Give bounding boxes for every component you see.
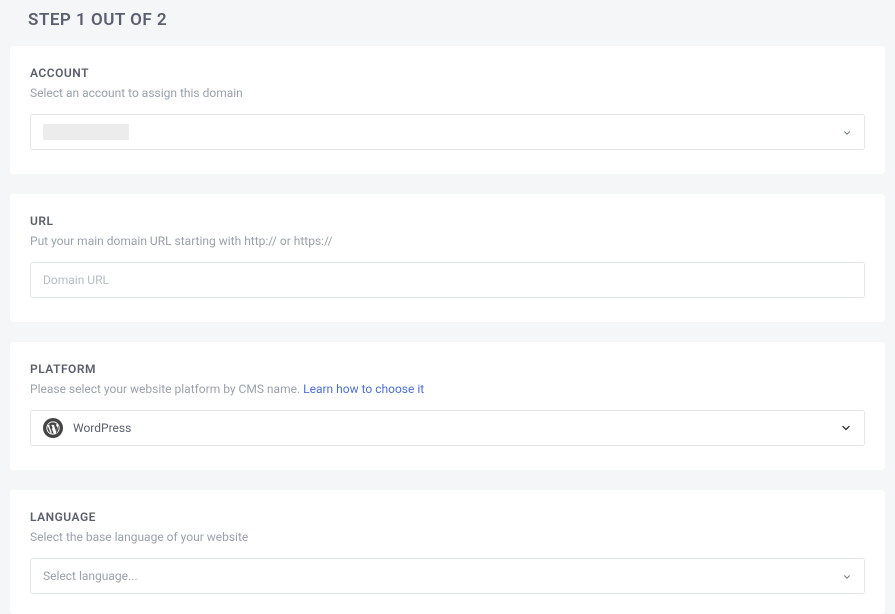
- chevron-down-icon: [842, 123, 852, 142]
- url-help: Put your main domain URL starting with h…: [30, 234, 865, 248]
- platform-learn-link[interactable]: Learn how to choose it: [303, 382, 424, 396]
- language-help: Select the base language of your website: [30, 530, 865, 544]
- platform-label: PLATFORM: [30, 362, 865, 376]
- platform-card: PLATFORM Please select your website plat…: [10, 342, 885, 470]
- language-card: LANGUAGE Select the base language of you…: [10, 490, 885, 614]
- language-placeholder: Select language...: [43, 569, 138, 583]
- chevron-down-icon: [842, 567, 852, 586]
- platform-help-text: Please select your website platform by C…: [30, 382, 303, 396]
- account-card: ACCOUNT Select an account to assign this…: [10, 46, 885, 174]
- language-select[interactable]: Select language...: [30, 558, 865, 594]
- language-label: LANGUAGE: [30, 510, 865, 524]
- account-label: ACCOUNT: [30, 66, 865, 80]
- platform-selected-value: WordPress: [73, 421, 131, 435]
- url-label: URL: [30, 214, 865, 228]
- account-value-redacted: [43, 124, 129, 140]
- url-card: URL Put your main domain URL starting wi…: [10, 194, 885, 322]
- domain-url-input[interactable]: [30, 262, 865, 298]
- platform-help: Please select your website platform by C…: [30, 382, 865, 396]
- wordpress-icon: [43, 418, 63, 438]
- chevron-down-icon: [840, 419, 852, 438]
- account-help: Select an account to assign this domain: [30, 86, 865, 100]
- step-title: STEP 1 OUT OF 2: [10, 0, 885, 46]
- platform-select[interactable]: WordPress: [30, 410, 865, 446]
- account-select[interactable]: [30, 114, 865, 150]
